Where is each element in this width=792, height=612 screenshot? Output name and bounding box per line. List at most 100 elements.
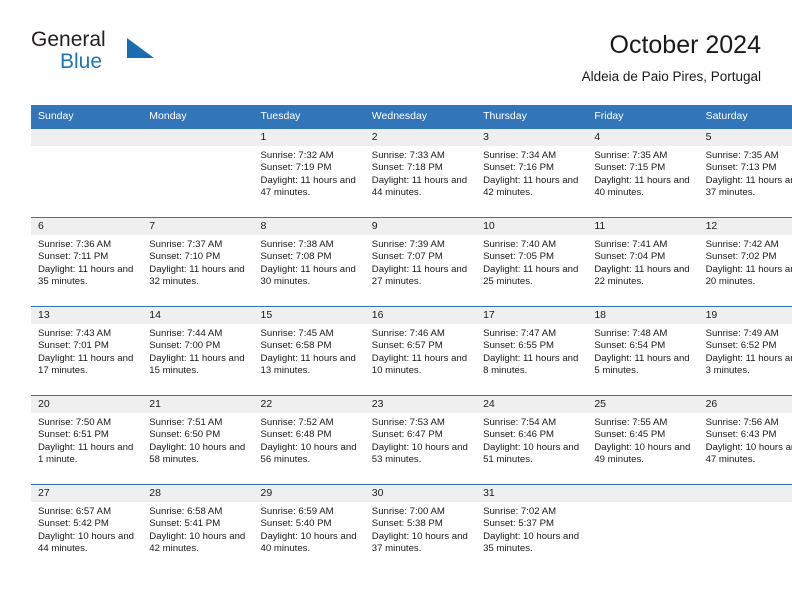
calendar-day-cell[interactable]: 1 Sunrise: 7:32 AM Sunset: 7:19 PM Daylight… (253, 129, 365, 218)
calendar-day-cell[interactable]: 14 Sunrise: 7:44 AM Sunset: 7:00 PM Dayligh… (142, 306, 254, 396)
calendar-day-cell[interactable]: 21 Sunrise: 7:51 AM Sunset: 6:50 PM Dayligh… (142, 395, 254, 485)
day-sun-info: Sunrise: 7:42 AM Sunset: 7:02 PM Daylight:… (699, 235, 792, 288)
daylight-text: Daylight: 10 hours and 44 minutes. (38, 530, 134, 554)
calendar-day-cell[interactable]: 10 Sunrise: 7:40 AM Sunset: 7:05 PM Dayligh… (476, 217, 588, 307)
calendar-day-cell[interactable]: 22 Sunrise: 7:52 AM Sunset: 6:48 PM Dayligh… (253, 395, 365, 485)
sunset-text: Sunset: 5:38 PM (371, 518, 443, 530)
day-cell-inner (698, 485, 792, 573)
general-blue-logo[interactable]: General Blue (31, 28, 154, 82)
day-number: 22 (253, 396, 365, 413)
day-cell-inner: 6 Sunrise: 7:36 AM Sunset: 7:11 PM Daylight… (31, 218, 143, 306)
daylight-text: Daylight: 11 hours and 1 minute. (38, 441, 134, 465)
calendar-day-cell[interactable]: 15 Sunrise: 7:45 AM Sunset: 6:58 PM Dayligh… (253, 306, 365, 396)
calendar-day-cell[interactable]: 9 Sunrise: 7:39 AM Sunset: 7:07 PM Daylight… (364, 217, 477, 307)
day-number: 24 (476, 396, 588, 413)
daylight-text: Daylight: 11 hours and 44 minutes. (371, 174, 468, 198)
day-sun-info: Sunrise: 7:43 AM Sunset: 7:01 PM Daylight:… (31, 324, 142, 377)
calendar-day-cell[interactable]: 20 Sunrise: 7:50 AM Sunset: 6:51 PM Dayligh… (31, 395, 143, 485)
sunset-text: Sunset: 7:16 PM (483, 162, 554, 174)
sunset-text: Sunset: 7:05 PM (483, 251, 554, 263)
day-cell-inner: 15 Sunrise: 7:45 AM Sunset: 6:58 PM Dayligh… (253, 307, 365, 395)
day-cell-inner (142, 129, 254, 217)
sunrise-text: Sunrise: 7:47 AM (483, 328, 557, 339)
weekday-header-sunday: Sunday (31, 105, 143, 129)
day-cell-inner (587, 485, 699, 573)
calendar-day-cell[interactable]: 17 Sunrise: 7:47 AM Sunset: 6:55 PM Dayligh… (476, 306, 588, 396)
day-cell-inner: 29 Sunrise: 6:59 AM Sunset: 5:40 PM Dayligh… (253, 485, 365, 573)
calendar-day-cell[interactable]: 4 Sunrise: 7:35 AM Sunset: 7:15 PM Daylight… (587, 129, 699, 218)
day-number: 3 (476, 129, 588, 146)
calendar-day-cell[interactable]: 11 Sunrise: 7:41 AM Sunset: 7:04 PM Dayligh… (587, 217, 699, 307)
day-number: 6 (31, 218, 143, 235)
weekday-header-monday: Monday (142, 105, 254, 129)
day-sun-info: Sunrise: 7:35 AM Sunset: 7:15 PM Daylight:… (587, 146, 698, 199)
sunset-text: Sunset: 6:51 PM (38, 429, 109, 441)
day-sun-info: Sunrise: 7:37 AM Sunset: 7:10 PM Daylight:… (142, 235, 253, 288)
sunset-text: Sunset: 7:08 PM (260, 251, 332, 263)
daylight-text: Daylight: 11 hours and 13 minutes. (260, 352, 356, 376)
sunrise-text: Sunrise: 6:58 AM (149, 506, 223, 517)
calendar-day-cell[interactable]: 3 Sunrise: 7:34 AM Sunset: 7:16 PM Daylight… (476, 129, 588, 218)
day-sun-info: Sunrise: 7:41 AM Sunset: 7:04 PM Daylight:… (587, 235, 698, 288)
daylight-text: Daylight: 11 hours and 15 minutes. (149, 352, 245, 376)
sunrise-text: Sunrise: 7:34 AM (483, 150, 557, 161)
daylight-text: Daylight: 10 hours and 53 minutes. (371, 441, 468, 465)
calendar-day-cell[interactable]: 2 Sunrise: 7:33 AM Sunset: 7:18 PM Daylight… (364, 129, 477, 218)
sunrise-text: Sunrise: 7:36 AM (38, 239, 112, 250)
sunrise-sunset-calendar: Sunday Monday Tuesday Wednesday Thursday… (31, 105, 792, 573)
day-number: 16 (364, 307, 477, 324)
day-number: 1 (253, 129, 365, 146)
sunrise-text: Sunrise: 7:48 AM (594, 328, 668, 339)
day-cell-inner: 13 Sunrise: 7:43 AM Sunset: 7:01 PM Dayligh… (31, 307, 143, 395)
day-cell-inner: 30 Sunrise: 7:00 AM Sunset: 5:38 PM Dayligh… (364, 485, 477, 573)
day-number (698, 485, 792, 502)
calendar-week-row: 1 Sunrise: 7:32 AM Sunset: 7:19 PM Daylight… (31, 129, 792, 218)
calendar-day-cell[interactable]: 5 Sunrise: 7:35 AM Sunset: 7:13 PM Daylight… (698, 129, 792, 218)
day-cell-inner: 23 Sunrise: 7:53 AM Sunset: 6:47 PM Dayligh… (364, 396, 477, 484)
day-cell-inner: 20 Sunrise: 7:50 AM Sunset: 6:51 PM Dayligh… (31, 396, 143, 484)
day-sun-info: Sunrise: 7:51 AM Sunset: 6:50 PM Daylight:… (142, 413, 253, 466)
calendar-day-cell[interactable]: 18 Sunrise: 7:48 AM Sunset: 6:54 PM Dayligh… (587, 306, 699, 396)
calendar-day-cell[interactable]: 19 Sunrise: 7:49 AM Sunset: 6:52 PM Dayligh… (698, 306, 792, 396)
sunset-text: Sunset: 5:40 PM (260, 518, 332, 530)
calendar-day-cell[interactable]: 13 Sunrise: 7:43 AM Sunset: 7:01 PM Dayligh… (31, 306, 143, 396)
daylight-text: Daylight: 11 hours and 32 minutes. (149, 263, 245, 287)
calendar-day-cell[interactable]: 25 Sunrise: 7:55 AM Sunset: 6:45 PM Dayligh… (587, 395, 699, 485)
day-cell-inner: 19 Sunrise: 7:49 AM Sunset: 6:52 PM Dayligh… (698, 307, 792, 395)
calendar-day-cell-empty (142, 129, 254, 218)
calendar-day-cell[interactable]: 23 Sunrise: 7:53 AM Sunset: 6:47 PM Dayligh… (364, 395, 477, 485)
day-cell-inner: 11 Sunrise: 7:41 AM Sunset: 7:04 PM Dayligh… (587, 218, 699, 306)
calendar-body: 1 Sunrise: 7:32 AM Sunset: 7:19 PM Daylight… (31, 129, 792, 573)
day-cell-inner: 14 Sunrise: 7:44 AM Sunset: 7:00 PM Dayligh… (142, 307, 254, 395)
calendar-day-cell[interactable]: 24 Sunrise: 7:54 AM Sunset: 6:46 PM Dayligh… (476, 395, 588, 485)
calendar-day-cell-empty (31, 129, 143, 218)
day-cell-inner: 22 Sunrise: 7:52 AM Sunset: 6:48 PM Dayligh… (253, 396, 365, 484)
day-cell-inner: 8 Sunrise: 7:38 AM Sunset: 7:08 PM Daylight… (253, 218, 365, 306)
calendar-day-cell[interactable]: 31 Sunrise: 7:02 AM Sunset: 5:37 PM Dayligh… (476, 484, 588, 573)
sunrise-text: Sunrise: 7:35 AM (594, 150, 668, 161)
calendar-day-cell[interactable]: 12 Sunrise: 7:42 AM Sunset: 7:02 PM Dayligh… (698, 217, 792, 307)
calendar-day-cell[interactable]: 30 Sunrise: 7:00 AM Sunset: 5:38 PM Dayligh… (364, 484, 477, 573)
calendar-day-cell[interactable]: 27 Sunrise: 6:57 AM Sunset: 5:42 PM Dayligh… (31, 484, 143, 573)
calendar-day-cell[interactable]: 8 Sunrise: 7:38 AM Sunset: 7:08 PM Daylight… (253, 217, 365, 307)
sunrise-text: Sunrise: 7:33 AM (371, 150, 445, 161)
day-sun-info: Sunrise: 7:56 AM Sunset: 6:43 PM Daylight:… (699, 413, 792, 466)
calendar-day-cell[interactable]: 16 Sunrise: 7:46 AM Sunset: 6:57 PM Dayligh… (364, 306, 477, 396)
day-sun-info: Sunrise: 7:35 AM Sunset: 7:13 PM Daylight:… (699, 146, 792, 199)
calendar-day-cell[interactable]: 26 Sunrise: 7:56 AM Sunset: 6:43 PM Dayligh… (698, 395, 792, 485)
calendar-day-cell[interactable]: 7 Sunrise: 7:37 AM Sunset: 7:10 PM Daylight… (142, 217, 254, 307)
sunset-text: Sunset: 6:58 PM (260, 340, 332, 352)
day-sun-info: Sunrise: 7:44 AM Sunset: 7:00 PM Daylight:… (142, 324, 253, 377)
day-number: 28 (142, 485, 254, 502)
calendar-day-cell[interactable]: 6 Sunrise: 7:36 AM Sunset: 7:11 PM Daylight… (31, 217, 143, 307)
calendar-week-row: 20 Sunrise: 7:50 AM Sunset: 6:51 PM Dayligh… (31, 395, 792, 485)
day-sun-info: Sunrise: 7:34 AM Sunset: 7:16 PM Daylight:… (476, 146, 587, 199)
calendar-day-cell[interactable]: 28 Sunrise: 6:58 AM Sunset: 5:41 PM Dayligh… (142, 484, 254, 573)
sunrise-text: Sunrise: 7:00 AM (371, 506, 445, 517)
day-number: 14 (142, 307, 254, 324)
day-sun-info: Sunrise: 7:53 AM Sunset: 6:47 PM Daylight:… (365, 413, 476, 466)
calendar-day-cell[interactable]: 29 Sunrise: 6:59 AM Sunset: 5:40 PM Dayligh… (253, 484, 365, 573)
sunset-text: Sunset: 6:43 PM (705, 429, 777, 441)
day-cell-inner: 10 Sunrise: 7:40 AM Sunset: 7:05 PM Dayligh… (476, 218, 588, 306)
day-cell-inner: 7 Sunrise: 7:37 AM Sunset: 7:10 PM Daylight… (142, 218, 254, 306)
